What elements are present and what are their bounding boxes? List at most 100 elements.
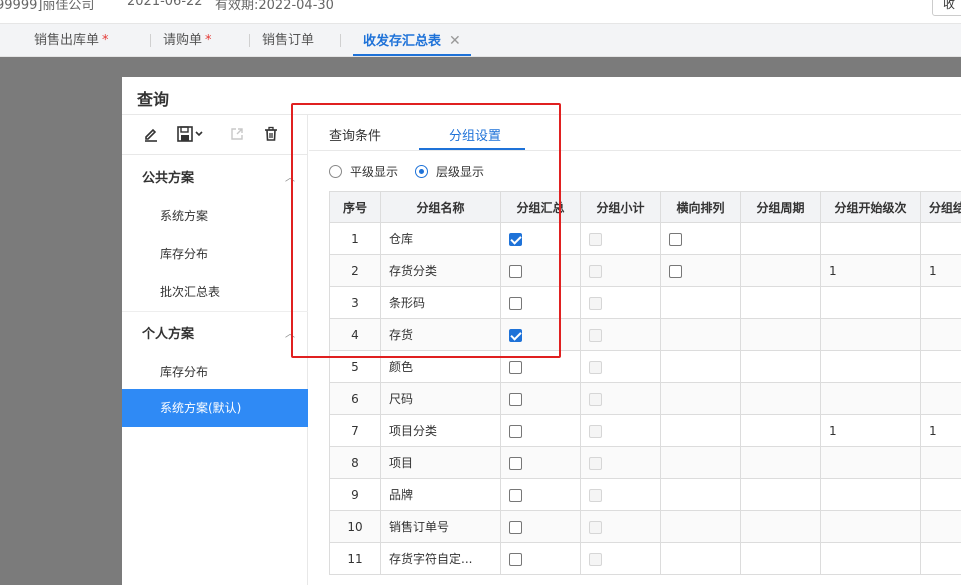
- start-level-cell[interactable]: [820, 318, 921, 351]
- summary-cell[interactable]: [500, 254, 581, 287]
- summary-cell[interactable]: [500, 350, 581, 383]
- summary-cell[interactable]: [500, 222, 581, 255]
- horizontal-cell[interactable]: [660, 510, 741, 543]
- end-level-cell[interactable]: [920, 350, 961, 383]
- summary-checkbox[interactable]: [509, 296, 522, 310]
- table-row[interactable]: 9 品牌: [329, 478, 961, 511]
- summary-checkbox[interactable]: [509, 328, 522, 342]
- start-level-cell[interactable]: [820, 350, 921, 383]
- summary-checkbox[interactable]: [509, 360, 522, 374]
- collapse-button[interactable]: 收: [932, 0, 961, 16]
- summary-checkbox[interactable]: [509, 552, 522, 566]
- horizontal-cell[interactable]: [660, 478, 741, 511]
- period-cell[interactable]: [740, 414, 821, 447]
- horizontal-cell[interactable]: [660, 446, 741, 479]
- horizontal-cell[interactable]: [660, 222, 741, 255]
- end-level-cell[interactable]: [920, 510, 961, 543]
- radio-flat-display[interactable]: 平级显示: [329, 163, 398, 180]
- table-row[interactable]: 3 条形码: [329, 286, 961, 319]
- start-level-cell[interactable]: [820, 286, 921, 319]
- end-level-cell[interactable]: [920, 446, 961, 479]
- save-icon[interactable]: [174, 123, 208, 145]
- period-cell[interactable]: [740, 286, 821, 319]
- start-level-cell[interactable]: [820, 222, 921, 255]
- start-level-cell[interactable]: [820, 446, 921, 479]
- period-cell[interactable]: [740, 222, 821, 255]
- period-cell[interactable]: [740, 510, 821, 543]
- summary-cell[interactable]: [500, 446, 581, 479]
- summary-cell[interactable]: [500, 542, 581, 575]
- export-icon[interactable]: [226, 123, 248, 145]
- summary-checkbox[interactable]: [509, 424, 522, 438]
- end-level-cell[interactable]: [920, 478, 961, 511]
- table-row[interactable]: 6 尺码: [329, 382, 961, 415]
- table-row[interactable]: 7 项目分类 1 1: [329, 414, 961, 447]
- table-row[interactable]: 2 存货分类 1 1: [329, 254, 961, 287]
- start-level-cell[interactable]: [820, 510, 921, 543]
- tab-sales-outbound[interactable]: 销售出库单 *: [34, 24, 109, 56]
- period-cell[interactable]: [740, 350, 821, 383]
- horizontal-cell[interactable]: [660, 542, 741, 575]
- table-row[interactable]: 10 销售订单号: [329, 510, 961, 543]
- period-cell[interactable]: [740, 478, 821, 511]
- horizontal-cell[interactable]: [660, 350, 741, 383]
- tab-sales-order[interactable]: 销售订单: [262, 24, 314, 56]
- table-row[interactable]: 4 存货: [329, 318, 961, 351]
- start-level-cell[interactable]: 1: [820, 254, 921, 287]
- tab-inventory-summary[interactable]: 收发存汇总表 ✕: [353, 24, 471, 56]
- summary-cell[interactable]: [500, 382, 581, 415]
- summary-checkbox[interactable]: [509, 392, 522, 406]
- summary-cell[interactable]: [500, 478, 581, 511]
- end-level-cell[interactable]: [920, 286, 961, 319]
- end-level-cell[interactable]: [920, 382, 961, 415]
- start-level-cell[interactable]: [820, 382, 921, 415]
- end-level-cell[interactable]: [920, 542, 961, 575]
- end-level-cell[interactable]: [920, 318, 961, 351]
- end-level-cell[interactable]: [920, 222, 961, 255]
- table-row[interactable]: 8 项目: [329, 446, 961, 479]
- end-level-cell[interactable]: 1: [920, 414, 961, 447]
- summary-cell[interactable]: [500, 510, 581, 543]
- scheme-item[interactable]: 库存分布: [160, 245, 208, 262]
- summary-checkbox[interactable]: [509, 456, 522, 470]
- chevron-up-icon[interactable]: ︿: [285, 169, 295, 184]
- summary-cell[interactable]: [500, 286, 581, 319]
- period-cell[interactable]: [740, 318, 821, 351]
- table-row[interactable]: 5 颜色: [329, 350, 961, 383]
- period-cell[interactable]: [740, 446, 821, 479]
- chevron-up-icon[interactable]: ︿: [285, 325, 295, 340]
- table-row[interactable]: 1 仓库: [329, 222, 961, 255]
- period-cell[interactable]: [740, 382, 821, 415]
- period-cell[interactable]: [740, 254, 821, 287]
- summary-checkbox[interactable]: [509, 264, 522, 278]
- summary-checkbox[interactable]: [509, 520, 522, 534]
- close-icon[interactable]: ✕: [449, 33, 461, 49]
- tab-group-settings[interactable]: 分组设置: [449, 125, 501, 144]
- horizontal-checkbox[interactable]: [669, 232, 682, 246]
- summary-cell[interactable]: [500, 414, 581, 447]
- start-level-cell[interactable]: 1: [820, 414, 921, 447]
- horizontal-cell[interactable]: [660, 414, 741, 447]
- period-cell[interactable]: [740, 542, 821, 575]
- delete-icon[interactable]: [260, 123, 282, 145]
- horizontal-cell[interactable]: [660, 286, 741, 319]
- scheme-item[interactable]: 批次汇总表: [160, 283, 220, 300]
- public-schemes-title[interactable]: 公共方案: [142, 167, 194, 186]
- horizontal-checkbox[interactable]: [669, 264, 682, 278]
- horizontal-cell[interactable]: [660, 254, 741, 287]
- edit-icon[interactable]: [140, 123, 162, 145]
- scheme-item[interactable]: 系统方案: [160, 207, 208, 224]
- end-level-cell[interactable]: 1: [920, 254, 961, 287]
- radio-tree-display[interactable]: 层级显示: [415, 163, 484, 180]
- summary-cell[interactable]: [500, 318, 581, 351]
- personal-schemes-title[interactable]: 个人方案: [142, 323, 194, 342]
- table-row[interactable]: 11 存货字符自定...: [329, 542, 961, 575]
- horizontal-cell[interactable]: [660, 382, 741, 415]
- horizontal-cell[interactable]: [660, 318, 741, 351]
- tab-query-conditions[interactable]: 查询条件: [329, 125, 381, 144]
- start-level-cell[interactable]: [820, 542, 921, 575]
- scheme-item-active[interactable]: 系统方案(默认): [122, 389, 308, 427]
- tab-purchase-request[interactable]: 请购单 *: [163, 24, 212, 56]
- scheme-item[interactable]: 库存分布: [160, 363, 208, 380]
- summary-checkbox[interactable]: [509, 488, 522, 502]
